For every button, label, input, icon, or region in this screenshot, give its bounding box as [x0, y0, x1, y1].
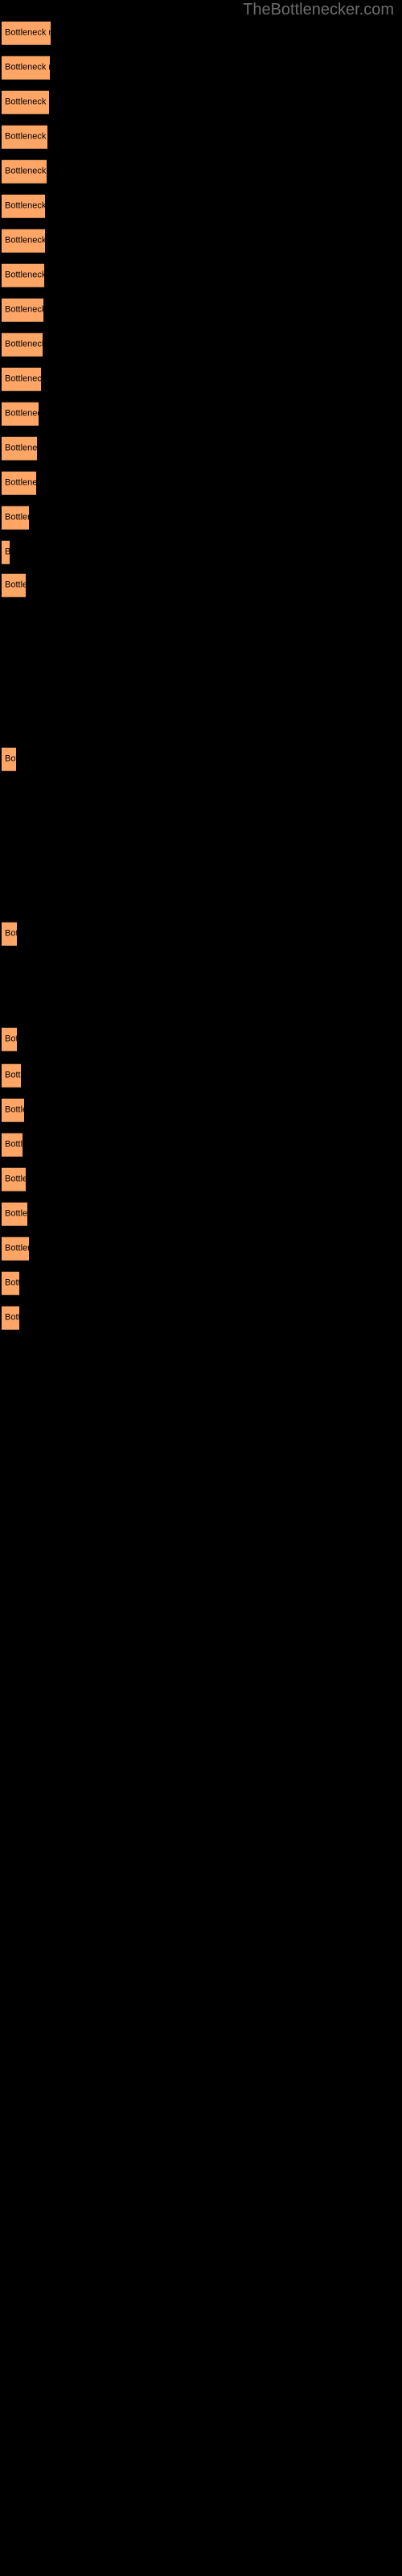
bar-label: Bottleneck result 8 [5, 270, 44, 280]
bar-row: Bottleneck result 12 [0, 402, 402, 426]
bar-row: Bottleneck result 28 [0, 1306, 402, 1330]
bar-label: Bottleneck result 9 [5, 304, 43, 315]
bar-label: Bottleneck result 24 [5, 1174, 26, 1184]
bar-row: Bottleneck result 6 [0, 194, 402, 218]
bar[interactable]: Bottleneck result 21 [2, 1063, 21, 1088]
bar[interactable]: Bottleneck result 9 [2, 298, 43, 322]
bar[interactable]: Bottleneck result 25 [2, 1202, 27, 1226]
bar-row: Bottleneck result 15 [0, 506, 402, 530]
bar[interactable]: Bottleneck result 2 [2, 56, 50, 80]
bar[interactable]: Bottleneck result 28 [2, 1306, 19, 1330]
bar-row: Bottleneck result 5 [0, 159, 402, 184]
bar-label: Bottleneck result 1 [5, 27, 51, 38]
bar[interactable]: Bottleneck result 12 [2, 402, 39, 426]
bar[interactable]: Bottleneck result 18 [2, 747, 16, 771]
bar[interactable]: Bottleneck result 11 [2, 367, 41, 391]
bar[interactable]: Bottleneck result 3 [2, 90, 49, 114]
bar-label: Bottleneck result 15 [5, 512, 29, 522]
bar[interactable]: Bottleneck result 1 [2, 21, 51, 45]
bar[interactable]: Bottleneck result 17 [2, 573, 26, 597]
bar-row: Bottleneck result 11 [0, 367, 402, 391]
bar-row: Bottleneck result 23 [0, 1133, 402, 1157]
bar-label: Bottleneck result 23 [5, 1139, 23, 1150]
bar[interactable]: Bottleneck result 15 [2, 506, 29, 530]
bar[interactable]: Bottleneck result 4 [2, 125, 47, 149]
plot-area: Bottleneck result 1 Bottleneck result 2 Bo… [0, 0, 402, 2576]
bar[interactable]: Bottleneck result 10 [2, 332, 43, 357]
bar[interactable]: Bottleneck result 22 [2, 1098, 24, 1122]
bar-label: Bottleneck result 16 [5, 547, 10, 558]
bar-label: Bottleneck result 21 [5, 1070, 21, 1080]
bar-label: Bottleneck result 14 [5, 477, 36, 488]
bar-row: Bottleneck result 2 [0, 56, 402, 80]
bar-row: Bottleneck result 21 [0, 1063, 402, 1088]
bar-label: Bottleneck result 19 [5, 928, 17, 939]
bar-label: Bottleneck result 12 [5, 408, 39, 419]
bar-row: Bottleneck result 13 [0, 436, 402, 460]
bar-label: Bottleneck result 22 [5, 1104, 24, 1115]
bar-label: Bottleneck result 18 [5, 753, 16, 764]
bar-row: Bottleneck result 24 [0, 1167, 402, 1191]
bar-row: Bottleneck result 17 [0, 573, 402, 597]
bar[interactable]: Bottleneck result 8 [2, 263, 44, 287]
bar[interactable]: Bottleneck result 14 [2, 471, 36, 495]
bar-row: Bottleneck result 9 [0, 298, 402, 322]
bar-row: Bottleneck result 8 [0, 263, 402, 287]
bar-label: Bottleneck result 11 [5, 374, 41, 384]
bar-label: Bottleneck result 5 [5, 166, 47, 176]
bar-row: Bottleneck result 27 [0, 1271, 402, 1295]
bar-label: Bottleneck result 26 [5, 1243, 29, 1253]
bar-label: Bottleneck result 4 [5, 131, 47, 142]
bar[interactable]: Bottleneck result 20 [2, 1027, 17, 1051]
bar-row: Bottleneck result 18 [0, 747, 402, 771]
bar-row: Bottleneck result 22 [0, 1098, 402, 1122]
bar[interactable]: Bottleneck result 7 [2, 229, 45, 253]
bar-label: Bottleneck result 13 [5, 443, 37, 453]
bar[interactable]: Bottleneck result 24 [2, 1167, 26, 1191]
bar-row: Bottleneck result 3 [0, 90, 402, 114]
bar-row: Bottleneck result 1 [0, 21, 402, 45]
bar-row: Bottleneck result 19 [0, 922, 402, 946]
bar-label: Bottleneck result 7 [5, 235, 45, 246]
bar-row: Bottleneck result 20 [0, 1027, 402, 1051]
bar[interactable]: Bottleneck result 26 [2, 1236, 29, 1261]
bar-row: Bottleneck result 7 [0, 229, 402, 253]
bar-row: Bottleneck result 16 [0, 540, 402, 564]
bar[interactable]: Bottleneck result 5 [2, 159, 47, 184]
bottleneck-bar-chart: TheBottlenecker.com Bottleneck result 1B… [0, 0, 402, 2576]
bar-label: Bottleneck result 17 [5, 580, 26, 590]
bar-label: Bottleneck result 2 [5, 62, 50, 72]
bar[interactable]: Bottleneck result 19 [2, 922, 17, 946]
bar-label: Bottleneck result 25 [5, 1208, 27, 1219]
bar[interactable]: Bottleneck result 13 [2, 436, 37, 460]
bar-label: Bottleneck result 28 [5, 1312, 19, 1323]
bar[interactable]: Bottleneck result 23 [2, 1133, 23, 1157]
bar[interactable]: Bottleneck result 27 [2, 1271, 19, 1295]
bar[interactable]: Bottleneck result 16 [2, 540, 10, 564]
bar-label: Bottleneck result 10 [5, 339, 43, 349]
bar-row: Bottleneck result 10 [0, 332, 402, 357]
bar-label: Bottleneck result 3 [5, 97, 49, 107]
bar-label: Bottleneck result 6 [5, 200, 45, 211]
bar-row: Bottleneck result 25 [0, 1202, 402, 1226]
bar-row: Bottleneck result 14 [0, 471, 402, 495]
bar-label: Bottleneck result 20 [5, 1034, 17, 1044]
bar[interactable]: Bottleneck result 6 [2, 194, 45, 218]
bar-row: Bottleneck result 4 [0, 125, 402, 149]
bar-label: Bottleneck result 27 [5, 1278, 19, 1288]
bar-row: Bottleneck result 26 [0, 1236, 402, 1261]
